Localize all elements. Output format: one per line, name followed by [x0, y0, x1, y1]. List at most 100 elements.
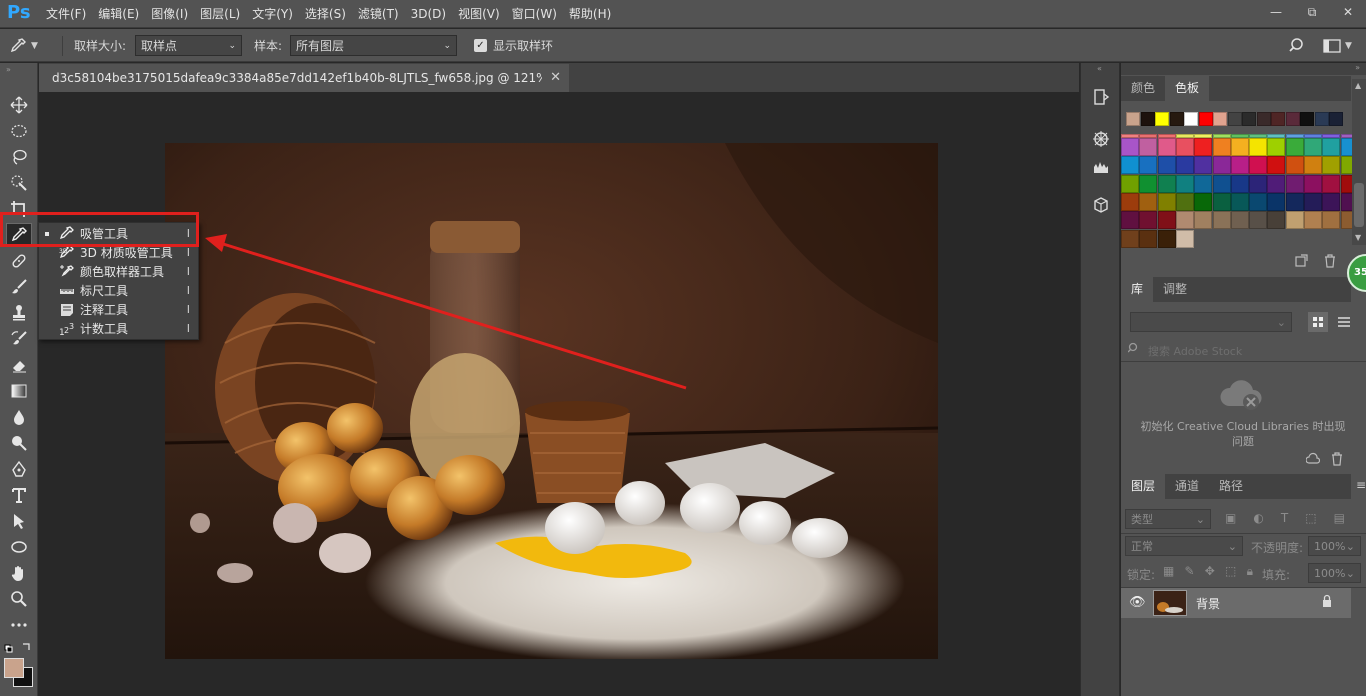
swatch[interactable] [1194, 211, 1213, 230]
swatch[interactable] [1121, 138, 1139, 156]
menu-item[interactable]: 文字(Y) [246, 0, 299, 28]
library-select[interactable]: ⌄ [1130, 312, 1292, 332]
swatch[interactable] [1212, 138, 1231, 156]
clone-stamp-tool[interactable] [6, 301, 32, 325]
swatch[interactable] [1139, 211, 1158, 230]
lock-artboard-icon[interactable]: ⬚ [1225, 564, 1236, 580]
shape-filter-icon[interactable]: ⬚ [1305, 511, 1316, 527]
lock-icons[interactable]: ▦ ✎ ✥ ⬚ 🔒︎ [1163, 564, 1253, 580]
search-button[interactable] [1289, 29, 1307, 62]
swatch[interactable] [1249, 138, 1268, 156]
delete-library-button[interactable] [1328, 450, 1346, 468]
foreground-color-swatch[interactable] [4, 658, 24, 678]
document-tab[interactable]: d3c58104be3175015dafea9c3384a85e7dd142ef… [39, 64, 569, 92]
close-window-button[interactable]: ✕ [1330, 0, 1366, 24]
list-view-button[interactable] [1334, 312, 1354, 332]
flyout-item[interactable]: 注释工具 I [39, 300, 198, 319]
swatch[interactable] [1322, 156, 1341, 175]
check-icon[interactable]: ✓ [474, 39, 487, 52]
swatch[interactable] [1155, 112, 1169, 126]
healing-brush-tool[interactable] [6, 249, 32, 273]
menu-item[interactable]: 编辑(E) [92, 0, 145, 28]
swatch[interactable] [1230, 192, 1249, 211]
swatch[interactable] [1213, 112, 1227, 126]
restore-button[interactable]: ⧉ [1294, 0, 1330, 24]
swatch[interactable] [1230, 174, 1249, 193]
sample-size-select[interactable]: 取样点 ⌄ [135, 35, 242, 56]
swatch[interactable] [1139, 229, 1158, 248]
lock-brush-icon[interactable]: ✎ [1185, 564, 1195, 580]
edit-toolbar-button[interactable] [6, 613, 32, 637]
blur-tool[interactable] [6, 405, 32, 429]
swatch[interactable] [1212, 174, 1231, 193]
swatch[interactable] [1304, 192, 1322, 211]
swatch[interactable] [1139, 138, 1158, 156]
sample-select[interactable]: 所有图层 ⌄ [290, 35, 457, 56]
type-filter-icon[interactable]: T [1281, 511, 1288, 527]
swatch[interactable] [1267, 192, 1286, 211]
gradient-tool[interactable] [6, 379, 32, 403]
swatch[interactable] [1198, 112, 1213, 126]
move-tool[interactable] [6, 93, 32, 117]
layer-filter-icons[interactable]: ▣ ◐ T ⬚ ▤ [1225, 511, 1345, 527]
quick-selection-tool[interactable] [6, 171, 32, 195]
stock-search-input[interactable]: 搜索 Adobe Stock [1148, 343, 1242, 359]
swatch[interactable] [1271, 112, 1285, 126]
blend-mode-select[interactable]: 正常 ⌄ [1125, 536, 1243, 556]
flyout-item[interactable]: 1 2 3 计数工具 I [39, 319, 198, 338]
swatch[interactable] [1175, 156, 1194, 175]
menu-item[interactable]: 图层(L) [194, 0, 246, 28]
pen-tool[interactable] [6, 457, 32, 481]
swatch[interactable] [1322, 211, 1341, 230]
swatch[interactable] [1249, 156, 1268, 175]
tab-paths[interactable]: 路径 [1209, 474, 1253, 499]
swatches-scrollbar[interactable]: ▲ ▼ [1352, 79, 1366, 245]
swatch[interactable] [1267, 138, 1286, 156]
flyout-item[interactable]: 标尺工具 I [39, 281, 198, 300]
swatch[interactable] [1194, 138, 1213, 156]
swatch[interactable] [1139, 174, 1158, 193]
swatch[interactable] [1227, 112, 1242, 126]
eraser-tool[interactable] [6, 353, 32, 377]
swatch[interactable] [1140, 112, 1155, 126]
swatch[interactable] [1322, 174, 1341, 193]
swatch[interactable] [1285, 211, 1304, 230]
layer-filter-select[interactable]: 类型 ⌄ [1125, 509, 1211, 529]
menu-item[interactable]: 图像(I) [145, 0, 194, 28]
menu-item[interactable]: 3D(D) [405, 0, 452, 28]
opacity-field[interactable]: 100% ⌄ [1308, 536, 1361, 556]
adjustment-filter-icon[interactable]: ◐ [1253, 511, 1263, 527]
image-filter-icon[interactable]: ▣ [1225, 511, 1236, 527]
tab-swatches[interactable]: 色板 [1165, 76, 1210, 101]
swatch[interactable] [1175, 174, 1194, 193]
swatch[interactable] [1314, 112, 1329, 126]
swatch[interactable] [1304, 211, 1322, 230]
tab-channels[interactable]: 通道 [1165, 474, 1209, 499]
collapse-icon[interactable]: » [6, 65, 11, 74]
swatch[interactable] [1121, 211, 1139, 230]
swatch[interactable] [1304, 138, 1322, 156]
swatch[interactable] [1157, 174, 1176, 193]
swatch[interactable] [1126, 112, 1140, 126]
fill-field[interactable]: 100% ⌄ [1308, 563, 1361, 583]
history-brush-tool[interactable] [6, 327, 32, 351]
new-swatch-button[interactable] [1292, 252, 1310, 270]
histogram-panel-button[interactable] [1091, 157, 1111, 177]
swatch[interactable] [1194, 156, 1213, 175]
swatch[interactable] [1267, 211, 1286, 230]
lasso-tool[interactable] [6, 145, 32, 169]
swatch[interactable] [1157, 229, 1176, 248]
swatch[interactable] [1121, 156, 1139, 175]
swatch[interactable] [1157, 156, 1176, 175]
delete-swatch-button[interactable] [1321, 252, 1339, 270]
swatch[interactable] [1194, 174, 1213, 193]
swatch[interactable] [1249, 174, 1268, 193]
sync-button[interactable] [1304, 450, 1322, 468]
panel-menu-icon[interactable]: ≡ [1356, 478, 1366, 492]
swatch[interactable] [1267, 156, 1286, 175]
scroll-thumb[interactable] [1354, 183, 1364, 227]
document-image[interactable] [165, 143, 938, 659]
zoom-tool[interactable] [6, 587, 32, 611]
minimize-button[interactable]: — [1258, 0, 1294, 24]
default-colors-button[interactable] [4, 641, 34, 655]
